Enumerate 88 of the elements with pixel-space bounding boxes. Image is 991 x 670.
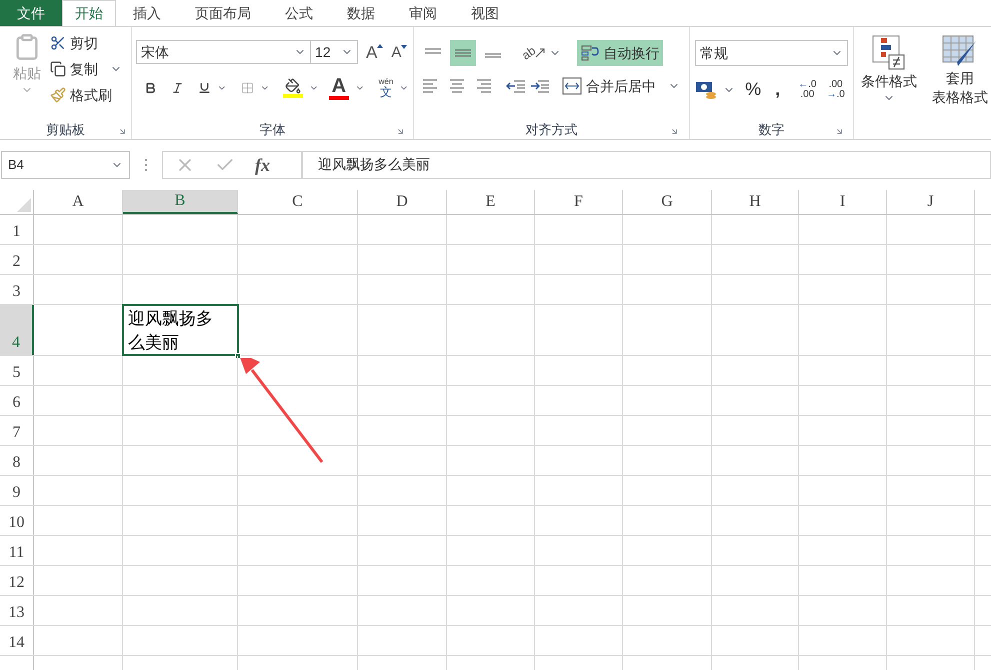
caret-up-icon <box>377 44 384 48</box>
group-label: 数字 <box>758 121 785 140</box>
column-header[interactable]: D <box>358 190 447 214</box>
column-header[interactable]: E <box>447 190 535 214</box>
comma-style[interactable]: , <box>775 76 780 103</box>
italic-icon[interactable] <box>170 80 184 96</box>
dialog-launcher-icon[interactable] <box>835 127 844 136</box>
column-header[interactable]: I <box>799 190 887 214</box>
row-header[interactable]: 6 <box>0 386 34 415</box>
row-header[interactable]: 7 <box>0 416 34 445</box>
ribbon-tab[interactable]: 公式 <box>268 0 330 26</box>
increase-indent-icon[interactable] <box>530 78 550 94</box>
name-box[interactable]: B4 <box>1 151 130 179</box>
copy-button[interactable]: 复制 <box>50 57 122 81</box>
bold-icon[interactable] <box>144 80 157 96</box>
file-tab[interactable]: 文件 <box>0 0 62 26</box>
diagonal-arrow-icon <box>535 48 546 58</box>
format-as-table-button[interactable]: 套用 表格格式 <box>929 35 991 139</box>
row-header[interactable]: 12 <box>0 566 34 595</box>
merge-cells-icon <box>562 77 582 95</box>
cut-button[interactable]: 剪切 <box>50 31 122 55</box>
align-right-icon <box>474 79 492 93</box>
dialog-launcher-icon[interactable] <box>118 127 128 136</box>
group-label: 剪贴板 <box>46 121 86 140</box>
column-header[interactable]: C <box>238 190 358 214</box>
increase-decimal-button[interactable]: ←.0 .00 <box>798 80 816 100</box>
triangle-icon <box>17 198 31 212</box>
ribbon-tab[interactable]: 视图 <box>454 0 516 26</box>
underline-icon[interactable] <box>198 80 211 96</box>
cell-text: 迎风飘扬多么美丽 <box>127 308 214 354</box>
more-options-icon[interactable] <box>144 158 148 172</box>
row-header[interactable]: 2 <box>0 245 34 274</box>
scissors-icon <box>50 35 66 51</box>
grow-font-button[interactable]: A <box>366 44 384 60</box>
row-header[interactable]: 1 <box>0 215 34 244</box>
align-top-icon <box>424 48 442 54</box>
number-format-dropdown[interactable]: 常规 <box>695 40 848 66</box>
decrease-indent-icon[interactable] <box>506 78 526 94</box>
row-header[interactable]: 3 <box>0 275 34 304</box>
phonetic-guide-button[interactable]: wén 文 <box>378 78 394 98</box>
row-header[interactable]: 5 <box>0 356 34 385</box>
row-header[interactable]: 4 <box>0 305 34 355</box>
conditional-formatting-icon <box>872 35 906 71</box>
column-header[interactable]: J <box>887 190 975 214</box>
decrease-decimal-button[interactable]: .00 →.0 <box>826 80 845 100</box>
dialog-launcher-icon[interactable] <box>396 127 406 136</box>
font-name-dropdown[interactable]: 宋体 <box>136 40 312 64</box>
merge-center-button[interactable]: 合并后居中 <box>562 74 680 98</box>
align-center-icon <box>448 79 466 93</box>
vertical-align-button[interactable] <box>450 40 476 66</box>
column-header[interactable]: B <box>123 190 238 214</box>
row-header[interactable]: 14 <box>0 626 34 655</box>
paintbrush-icon <box>50 87 66 103</box>
font-color-button[interactable]: A <box>328 76 349 100</box>
fill-handle[interactable] <box>235 353 241 359</box>
row-header[interactable]: 10 <box>0 506 34 535</box>
ribbon-tab[interactable]: 审阅 <box>392 0 454 26</box>
wrap-text-button[interactable]: 自动换行 <box>577 40 664 66</box>
group-label: 字体 <box>260 121 286 140</box>
fill-color-icon[interactable] <box>283 78 304 98</box>
orientation-button[interactable]: ab <box>522 44 546 62</box>
conditional-formatting-button[interactable]: 条件格式 <box>857 35 921 139</box>
wrap-text-icon <box>581 45 600 61</box>
ribbon-tab[interactable]: 插入 <box>116 0 178 26</box>
border-icon[interactable] <box>240 80 254 96</box>
row-header[interactable]: 8 <box>0 446 34 475</box>
formula-input[interactable]: 迎风飘扬多么美丽 <box>302 151 991 179</box>
caret-down-icon <box>401 44 408 48</box>
shrink-font-button[interactable]: A <box>391 44 408 60</box>
percent-style[interactable]: % <box>745 76 762 103</box>
font-size-dropdown[interactable]: 12 <box>310 40 358 64</box>
dialog-launcher-icon[interactable] <box>670 127 680 136</box>
ribbon-tab[interactable]: 页面布局 <box>178 0 268 26</box>
currency-icon[interactable] <box>695 80 718 100</box>
align-bottom-icon <box>484 52 502 58</box>
row-header[interactable]: 13 <box>0 596 34 625</box>
align-middle-icon <box>454 49 472 57</box>
group-label: 对齐方式 <box>526 121 578 140</box>
column-header[interactable]: H <box>712 190 799 214</box>
format-painter-button[interactable]: 格式刷 <box>50 83 122 107</box>
insert-function-button[interactable]: fx <box>255 152 270 178</box>
ribbon-tab[interactable]: 数据 <box>330 0 392 26</box>
row-header[interactable]: 11 <box>0 536 34 565</box>
copy-icon <box>50 61 66 77</box>
row-header[interactable]: 9 <box>0 476 34 505</box>
column-header[interactable]: F <box>535 190 623 214</box>
ribbon-tab[interactable]: 开始 <box>62 0 116 26</box>
column-header[interactable]: G <box>623 190 712 214</box>
